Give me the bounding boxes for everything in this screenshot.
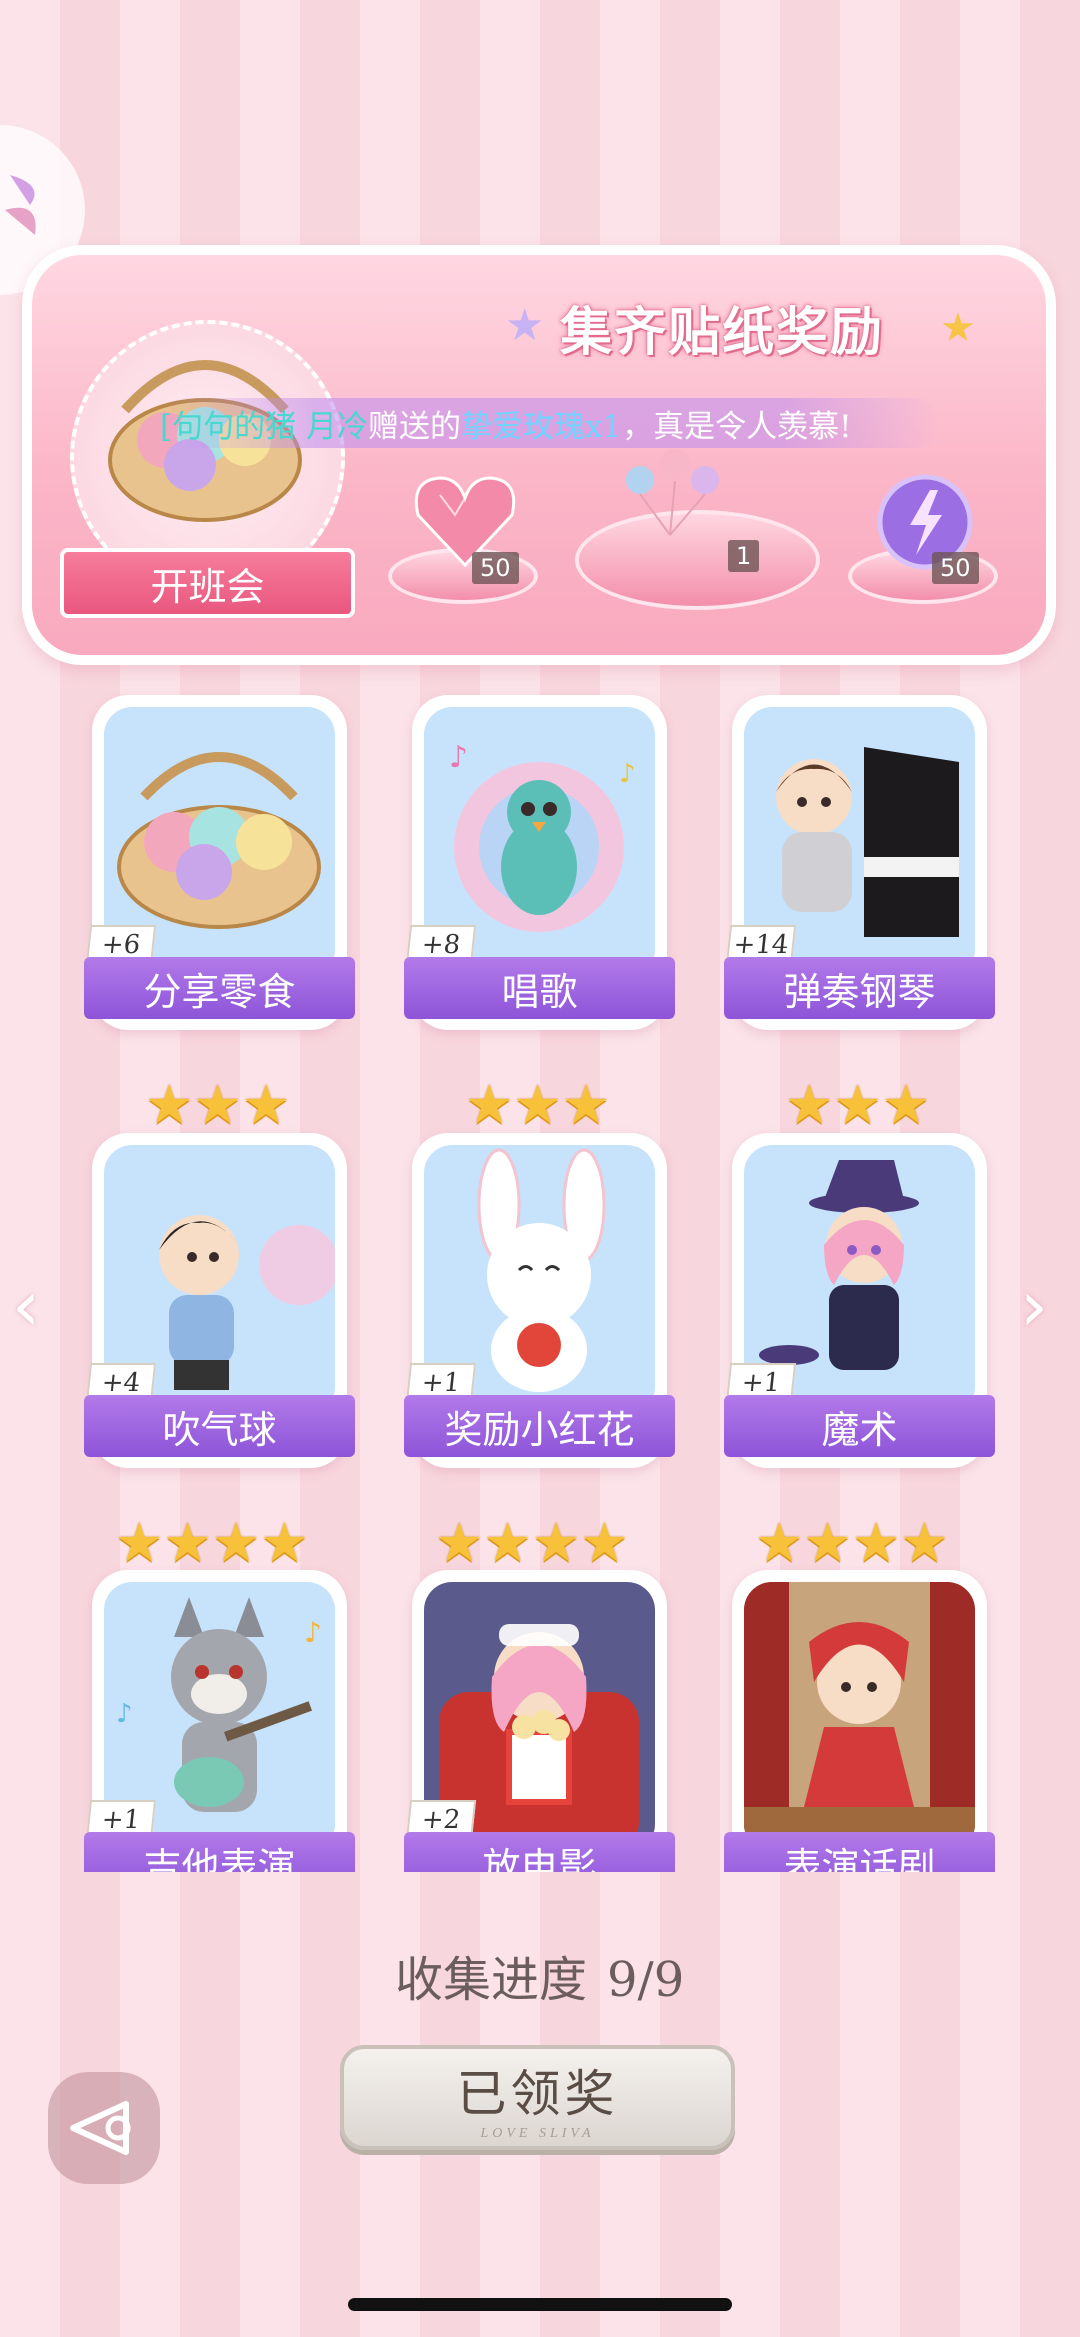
sticker-card[interactable]: ♪ ♪ +1 吉他表演 bbox=[84, 1570, 355, 1873]
sticker-label: 吹气球 bbox=[162, 1407, 277, 1452]
star-rating: ★ ★ ★ bbox=[145, 1078, 290, 1132]
sticker-label: 魔术 bbox=[821, 1407, 898, 1452]
star-rating: ★ ★ ★ ★ bbox=[755, 1516, 949, 1570]
back-button[interactable] bbox=[48, 2072, 160, 2184]
prev-page-arrow-icon[interactable]: ‹ bbox=[12, 1265, 40, 1347]
star-icon: ★ bbox=[513, 1073, 562, 1136]
sticker-card[interactable]: +2 放电影 bbox=[404, 1570, 675, 1873]
notice-text-end: ，真是令人羡慕! bbox=[622, 408, 852, 445]
star-icon: ★ bbox=[833, 1073, 882, 1136]
star-icon: ★ bbox=[881, 1073, 931, 1136]
sticker-label: 唱歌 bbox=[501, 969, 578, 1014]
event-name: 开班会 bbox=[150, 564, 265, 609]
balloon-bundle-icon bbox=[626, 449, 719, 536]
reward-count: 50 bbox=[472, 552, 519, 584]
notice-text: 赠送的 bbox=[367, 408, 461, 445]
sticker-card[interactable]: +14 弹奏钢琴 bbox=[724, 695, 995, 1035]
star-icon: ★ bbox=[900, 1511, 949, 1574]
banner-title: 集齐贴纸奖励 bbox=[560, 302, 885, 363]
svg-text:♪: ♪ bbox=[304, 1616, 322, 1649]
sticker-card[interactable]: +1 魔术 bbox=[724, 1133, 995, 1473]
next-page-arrow-icon[interactable]: › bbox=[1020, 1265, 1048, 1347]
star-icon: ★ bbox=[803, 1511, 852, 1574]
star-icon: ★ bbox=[465, 1073, 514, 1136]
star-icon: ★ bbox=[193, 1073, 242, 1136]
star-icon: ★ bbox=[163, 1511, 212, 1574]
star-icon: ★ bbox=[505, 300, 545, 351]
star-icon: ★ bbox=[483, 1511, 532, 1574]
star-icon: ★ bbox=[940, 305, 976, 351]
notice-player-name: [句句的猪 月冷 bbox=[160, 408, 368, 445]
event-name-ribbon: 开班会 bbox=[60, 548, 355, 618]
home-indicator[interactable] bbox=[348, 2298, 732, 2311]
sticker-label: 弹奏钢琴 bbox=[783, 969, 936, 1014]
sticker-label: 表演话剧 bbox=[783, 1844, 936, 1873]
star-rating: ★ ★ ★ bbox=[465, 1078, 610, 1132]
progress-value: 9/9 bbox=[607, 1952, 685, 2008]
notice-item: 挚爱玫瑰x1 bbox=[460, 408, 623, 445]
star-icon: ★ bbox=[115, 1511, 164, 1574]
star-icon: ★ bbox=[580, 1511, 629, 1574]
sticker-card[interactable]: ♪ ♪ +8 唱歌 bbox=[404, 695, 675, 1035]
sticker-card[interactable]: +4 吹气球 bbox=[84, 1133, 355, 1473]
sticker-label: 放电影 bbox=[482, 1844, 597, 1873]
star-icon: ★ bbox=[260, 1511, 309, 1574]
svg-text:♪: ♪ bbox=[619, 759, 636, 789]
star-rating: ★ ★ ★ bbox=[785, 1078, 930, 1132]
star-icon: ★ bbox=[851, 1511, 901, 1574]
svg-text:♪: ♪ bbox=[116, 1699, 133, 1729]
pinwheel-icon bbox=[5, 175, 36, 235]
sticker-card[interactable]: 表演话剧 bbox=[724, 1570, 995, 1873]
back-arrow-icon bbox=[70, 2101, 131, 2155]
star-icon: ★ bbox=[241, 1073, 291, 1136]
broadcast-notice: [句句的猪 月冷 赠送的 挚爱玫瑰x1 ，真是令人羡慕! bbox=[160, 398, 940, 448]
star-icon: ★ bbox=[755, 1511, 804, 1574]
claim-button-sublabel: LOVE SLIVA bbox=[480, 2125, 595, 2141]
reward-count: 1 bbox=[728, 540, 760, 572]
claim-button-label: 已领奖 bbox=[456, 2064, 619, 2123]
sticker-card[interactable]: +1 奖励小红花 bbox=[404, 1133, 675, 1473]
star-icon: ★ bbox=[435, 1511, 484, 1574]
collection-progress: 收集进度 9/9 bbox=[395, 1940, 684, 2010]
progress-label: 收集进度 bbox=[395, 1952, 588, 2008]
star-icon: ★ bbox=[561, 1073, 611, 1136]
reward-count: 50 bbox=[932, 552, 979, 584]
sticker-label: 分享零食 bbox=[143, 969, 296, 1014]
star-icon: ★ bbox=[211, 1511, 261, 1574]
sticker-label: 吉他表演 bbox=[143, 1844, 296, 1873]
star-rating: ★ ★ ★ ★ bbox=[435, 1516, 629, 1570]
sticker-label: 奖励小红花 bbox=[444, 1407, 635, 1452]
svg-text:♪: ♪ bbox=[449, 740, 468, 775]
star-rating: ★ ★ ★ ★ bbox=[115, 1516, 309, 1570]
star-icon: ★ bbox=[145, 1073, 194, 1136]
theater-cat-girl-icon bbox=[744, 1582, 975, 1852]
star-icon: ★ bbox=[785, 1073, 834, 1136]
star-icon: ★ bbox=[531, 1511, 581, 1574]
sticker-card[interactable]: +6 分享零食 bbox=[84, 695, 355, 1035]
claimed-button[interactable]: 已领奖 LOVE SLIVA bbox=[340, 2045, 735, 2150]
scroll-viewport[interactable]: ♪ ♪ +1 吉他表演 +2 放电影 表演话剧 bbox=[0, 1565, 1080, 1872]
